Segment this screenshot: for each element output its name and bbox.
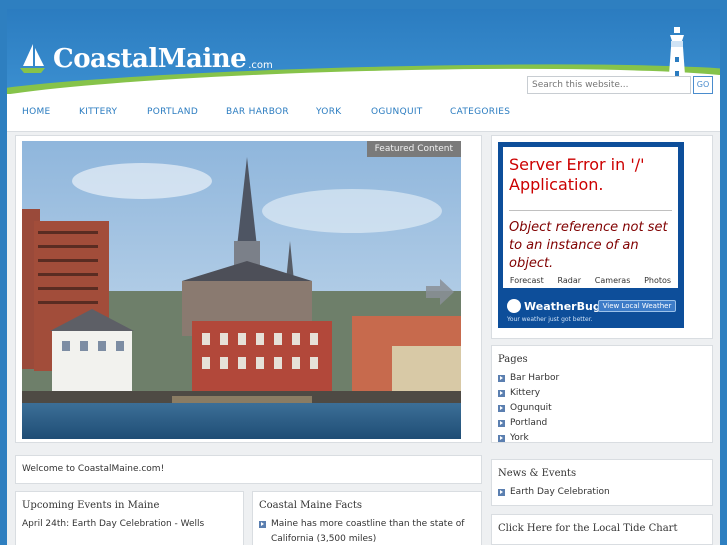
weather-box: Server Error in '/' Application. Object … — [491, 135, 713, 339]
featured-content-box: Featured Content — [15, 135, 482, 443]
weatherbug-logo[interactable]: WeatherBug — [507, 299, 601, 313]
search-button[interactable]: GO — [693, 76, 713, 94]
page-link-kittery[interactable]: Kittery — [510, 386, 540, 401]
weatherbug-icon — [507, 299, 521, 313]
list-item[interactable]: Kittery — [498, 386, 706, 401]
pages-title: Pages — [498, 354, 528, 365]
coastal-facts-box: Coastal Maine Facts Maine has more coast… — [252, 491, 482, 545]
logo-domain-suffix: .com — [248, 60, 273, 71]
tab-radar[interactable]: Radar — [557, 276, 581, 288]
featured-photo[interactable]: Featured Content — [22, 141, 461, 439]
page: CoastalMaine .com GO HOME KITTERY PORTLA… — [7, 9, 720, 545]
list-item[interactable]: Earth Day Celebration — [498, 485, 706, 500]
welcome-box: Welcome to CoastalMaine.com! — [15, 455, 482, 484]
list-item[interactable]: Bar Harbor — [498, 371, 706, 386]
page-link-york[interactable]: York — [510, 431, 529, 446]
bullet-arrow-icon — [498, 390, 505, 397]
news-link-earth-day[interactable]: Earth Day Celebration — [510, 485, 610, 500]
error-panel: Server Error in '/' Application. Object … — [503, 147, 678, 287]
event-item[interactable]: April 24th: Earth Day Celebration - Well… — [16, 517, 243, 531]
tab-cameras[interactable]: Cameras — [595, 276, 631, 288]
facts-title: Coastal Maine Facts — [259, 500, 363, 511]
bullet-arrow-icon — [498, 405, 505, 412]
nav-kittery[interactable]: KITTERY — [79, 107, 117, 117]
bullet-arrow-icon — [498, 489, 505, 496]
list-item[interactable]: Portland — [498, 416, 706, 431]
nav-ogunquit[interactable]: OGUNQUIT — [371, 107, 423, 117]
weather-widget: Server Error in '/' Application. Object … — [498, 142, 684, 328]
nav-categories[interactable]: CATEGORIES — [450, 107, 510, 117]
error-divider — [509, 210, 672, 211]
fact-text: Maine has more coastline than the state … — [271, 519, 465, 544]
tide-chart-link[interactable]: Click Here for the Local Tide Chart — [492, 515, 712, 540]
sailboat-icon — [17, 42, 47, 76]
news-box: News & Events Earth Day Celebration — [491, 459, 713, 506]
site-logo[interactable]: CoastalMaine .com — [17, 39, 273, 79]
error-message: Object reference not set to an instance … — [509, 220, 668, 271]
error-title: Server Error in '/' Application. — [509, 155, 645, 194]
news-title: News & Events — [498, 468, 577, 479]
bullet-arrow-icon — [259, 521, 266, 528]
weatherbug-brand: WeatherBug — [524, 299, 601, 313]
list-item: Maine has more coastline than the state … — [253, 517, 481, 545]
main-nav: HOME KITTERY PORTLAND BAR HARBOR YORK OG… — [7, 94, 720, 132]
list-item[interactable]: York — [498, 431, 706, 446]
next-arrow-icon[interactable] — [426, 278, 454, 306]
upcoming-events-box: Upcoming Events in Maine April 24th: Ear… — [15, 491, 244, 545]
nav-bar-harbor[interactable]: BAR HARBOR — [226, 107, 289, 117]
bullet-arrow-icon — [498, 375, 505, 382]
search-input[interactable] — [527, 76, 691, 94]
view-local-weather-button[interactable]: View Local Weather — [598, 300, 676, 312]
page-link-portland[interactable]: Portland — [510, 416, 547, 431]
nav-home[interactable]: HOME — [22, 107, 51, 117]
nav-york[interactable]: YORK — [316, 107, 341, 117]
list-item[interactable]: Ogunquit — [498, 401, 706, 416]
nav-portland[interactable]: PORTLAND — [147, 107, 198, 117]
tab-forecast[interactable]: Forecast — [510, 276, 544, 288]
welcome-text: Welcome to CoastalMaine.com! — [22, 464, 165, 474]
tide-box[interactable]: Click Here for the Local Tide Chart — [491, 514, 713, 545]
bullet-arrow-icon — [498, 435, 505, 442]
weatherbug-tagline: Your weather just got better. — [507, 316, 593, 323]
page-link-ogunquit[interactable]: Ogunquit — [510, 401, 552, 416]
pages-box: Pages Bar Harbor Kittery Ogunquit Portla… — [491, 345, 713, 443]
bullet-arrow-icon — [498, 420, 505, 427]
logo-text: CoastalMaine — [53, 44, 247, 74]
page-link-bar-harbor[interactable]: Bar Harbor — [510, 371, 559, 386]
tab-photos[interactable]: Photos — [644, 276, 671, 288]
weather-tabs: Forecast Radar Cameras Photos — [503, 276, 678, 288]
news-list: Earth Day Celebration — [492, 485, 712, 500]
pages-list: Bar Harbor Kittery Ogunquit Portland Yor… — [492, 371, 712, 446]
events-title: Upcoming Events in Maine — [22, 500, 160, 511]
featured-label: Featured Content — [366, 141, 461, 157]
